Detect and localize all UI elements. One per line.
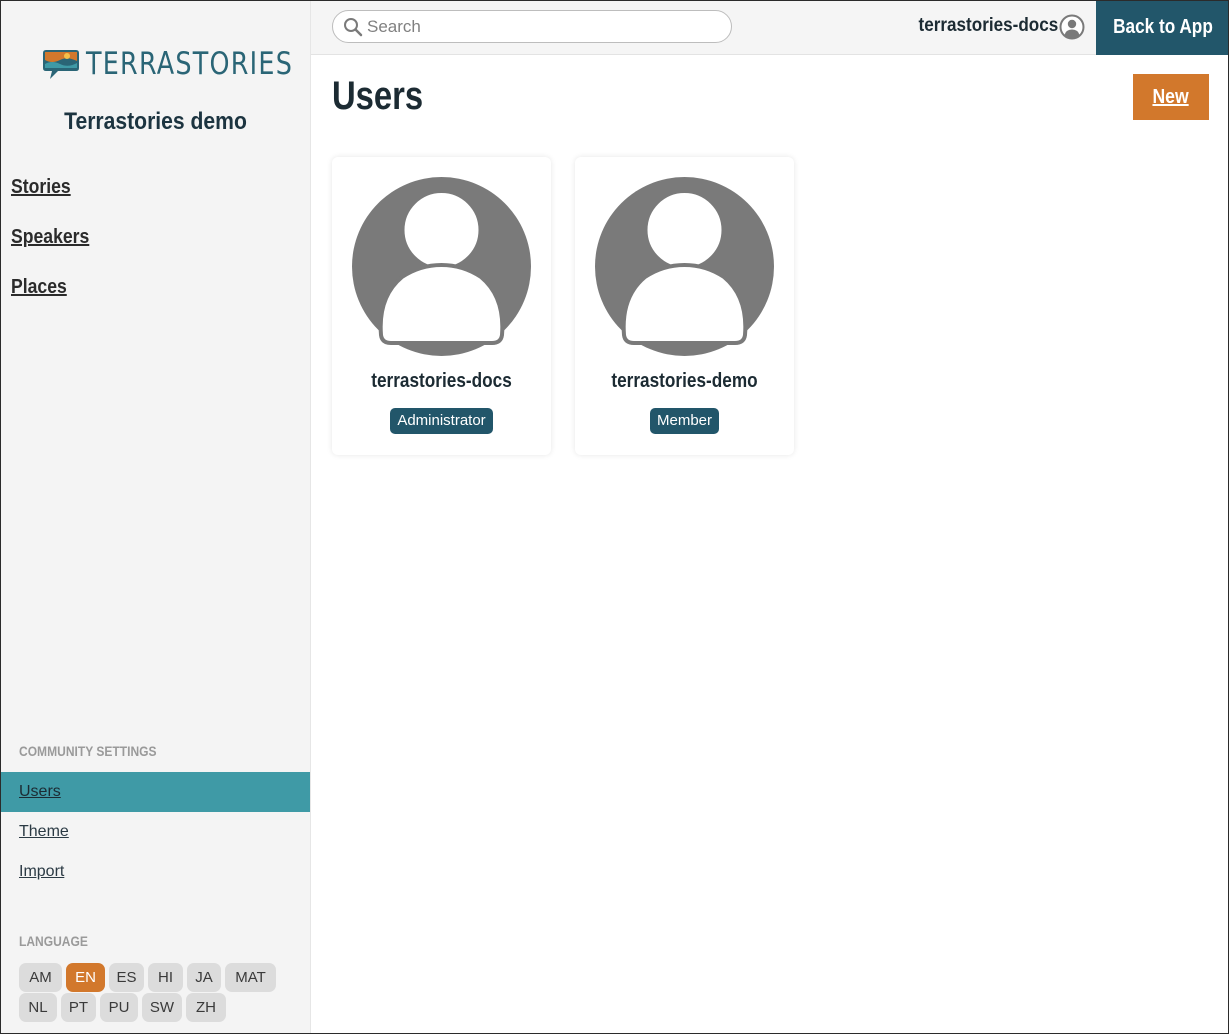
lang-button-sw[interactable]: SW	[142, 993, 182, 1022]
lang-button-am[interactable]: AM	[19, 963, 62, 992]
lang-button-nl[interactable]: NL	[19, 993, 57, 1022]
user-avatar-icon	[595, 177, 774, 356]
user-name: terrastories-docs	[371, 370, 512, 392]
settings-item-import[interactable]: Import	[0, 852, 310, 892]
user-card[interactable]: terrastories-docs Administrator	[332, 157, 551, 455]
settings-item-label: Theme	[19, 823, 69, 840]
terrastories-logo[interactable]: TERRASTORIES	[42, 46, 339, 82]
nav-speakers[interactable]: Speakers	[11, 226, 89, 249]
lang-button-mat[interactable]: MAT	[225, 963, 276, 992]
language-heading: LANGUAGE	[19, 933, 88, 949]
language-row-1: AM EN ES HI JA MAT	[19, 963, 276, 992]
settings-item-users[interactable]: Users	[0, 772, 310, 812]
community-settings-heading: COMMUNITY SETTINGS	[19, 743, 157, 759]
user-name: terrastories-demo	[611, 370, 758, 392]
role-badge-wrap: Member	[575, 408, 794, 434]
lang-button-ja[interactable]: JA	[187, 963, 221, 992]
nav-stories[interactable]: Stories	[11, 176, 71, 199]
search-box[interactable]	[332, 10, 732, 43]
nav-places[interactable]: Places	[11, 276, 67, 299]
user-card[interactable]: terrastories-demo Member	[575, 157, 794, 455]
page-title: Users	[332, 74, 424, 118]
logo-text: TERRASTORIES	[86, 46, 294, 82]
role-badge: Administrator	[390, 408, 493, 434]
lang-button-en[interactable]: EN	[66, 963, 105, 992]
search-icon	[344, 17, 363, 36]
top-bar: terrastories-docs Back to App	[311, 0, 1229, 55]
user-account-icon[interactable]	[1059, 14, 1085, 40]
back-to-app-button[interactable]: Back to App	[1096, 0, 1229, 55]
new-user-label: New	[1152, 86, 1190, 108]
role-badge-wrap: Administrator	[332, 408, 551, 434]
search-input[interactable]	[367, 16, 727, 37]
community-name: Terrastories demo	[64, 108, 247, 135]
lang-button-pt[interactable]: PT	[61, 993, 96, 1022]
logo-icon	[43, 50, 79, 79]
lang-button-es[interactable]: ES	[109, 963, 144, 992]
lang-button-zh[interactable]: ZH	[186, 993, 226, 1022]
new-user-button[interactable]: New	[1133, 74, 1209, 120]
settings-item-label: Users	[19, 783, 61, 800]
role-badge: Member	[649, 408, 719, 434]
lang-button-hi[interactable]: HI	[148, 963, 183, 992]
settings-item-label: Import	[19, 863, 65, 880]
settings-item-theme[interactable]: Theme	[0, 812, 310, 852]
user-avatar-icon	[352, 177, 531, 356]
lang-button-pu[interactable]: PU	[100, 993, 138, 1022]
current-user-name[interactable]: terrastories-docs	[918, 15, 1058, 37]
language-row-2: NL PT PU SW ZH	[19, 993, 226, 1022]
back-to-app-label: Back to App	[1112, 16, 1213, 38]
sidebar: TERRASTORIES Terrastories demo Stories S…	[0, 0, 311, 1034]
